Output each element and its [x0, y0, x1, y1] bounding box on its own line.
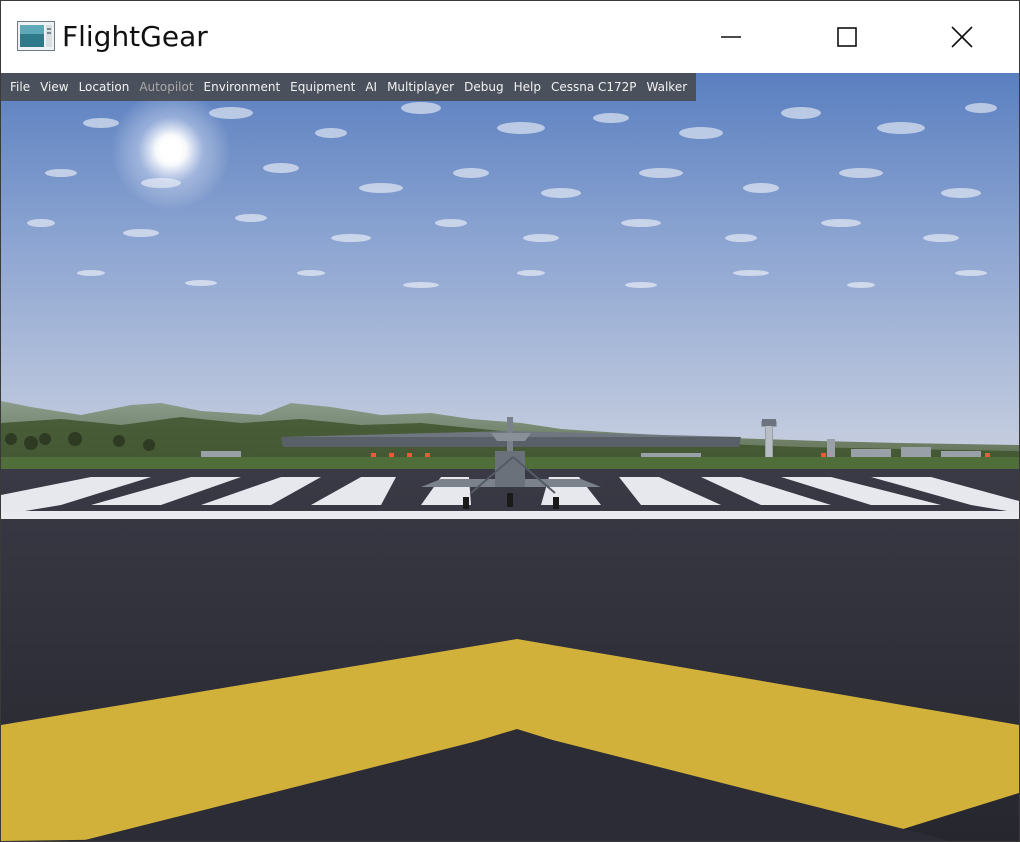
close-icon — [951, 26, 973, 48]
maximize-button[interactable] — [789, 1, 905, 73]
menu-walker[interactable]: Walker — [642, 73, 693, 101]
menu-equipment[interactable]: Equipment — [285, 73, 360, 101]
app-icon — [17, 21, 55, 51]
menu-autopilot[interactable]: Autopilot — [134, 73, 198, 101]
menu-location[interactable]: Location — [74, 73, 135, 101]
flightgear-window: FlightGear File View Location Autopilot … — [0, 0, 1020, 842]
maximize-icon — [837, 27, 857, 47]
menu-cessna-c172p[interactable]: Cessna C172P — [546, 73, 642, 101]
minimize-button[interactable] — [673, 1, 789, 73]
menu-multiplayer[interactable]: Multiplayer — [382, 73, 459, 101]
menu-environment[interactable]: Environment — [199, 73, 286, 101]
minimize-icon — [721, 36, 741, 38]
title-bar[interactable]: FlightGear — [1, 1, 1019, 73]
close-button[interactable] — [904, 1, 1019, 73]
menu-view[interactable]: View — [35, 73, 73, 101]
menu-file[interactable]: File — [5, 73, 35, 101]
window-title: FlightGear — [62, 20, 208, 53]
simulator-menubar: File View Location Autopilot Environment… — [1, 73, 697, 101]
menu-help[interactable]: Help — [509, 73, 546, 101]
simulator-viewport[interactable] — [1, 73, 1019, 841]
menu-debug[interactable]: Debug — [459, 73, 508, 101]
menu-ai[interactable]: AI — [360, 73, 382, 101]
scene-render — [1, 73, 1019, 841]
